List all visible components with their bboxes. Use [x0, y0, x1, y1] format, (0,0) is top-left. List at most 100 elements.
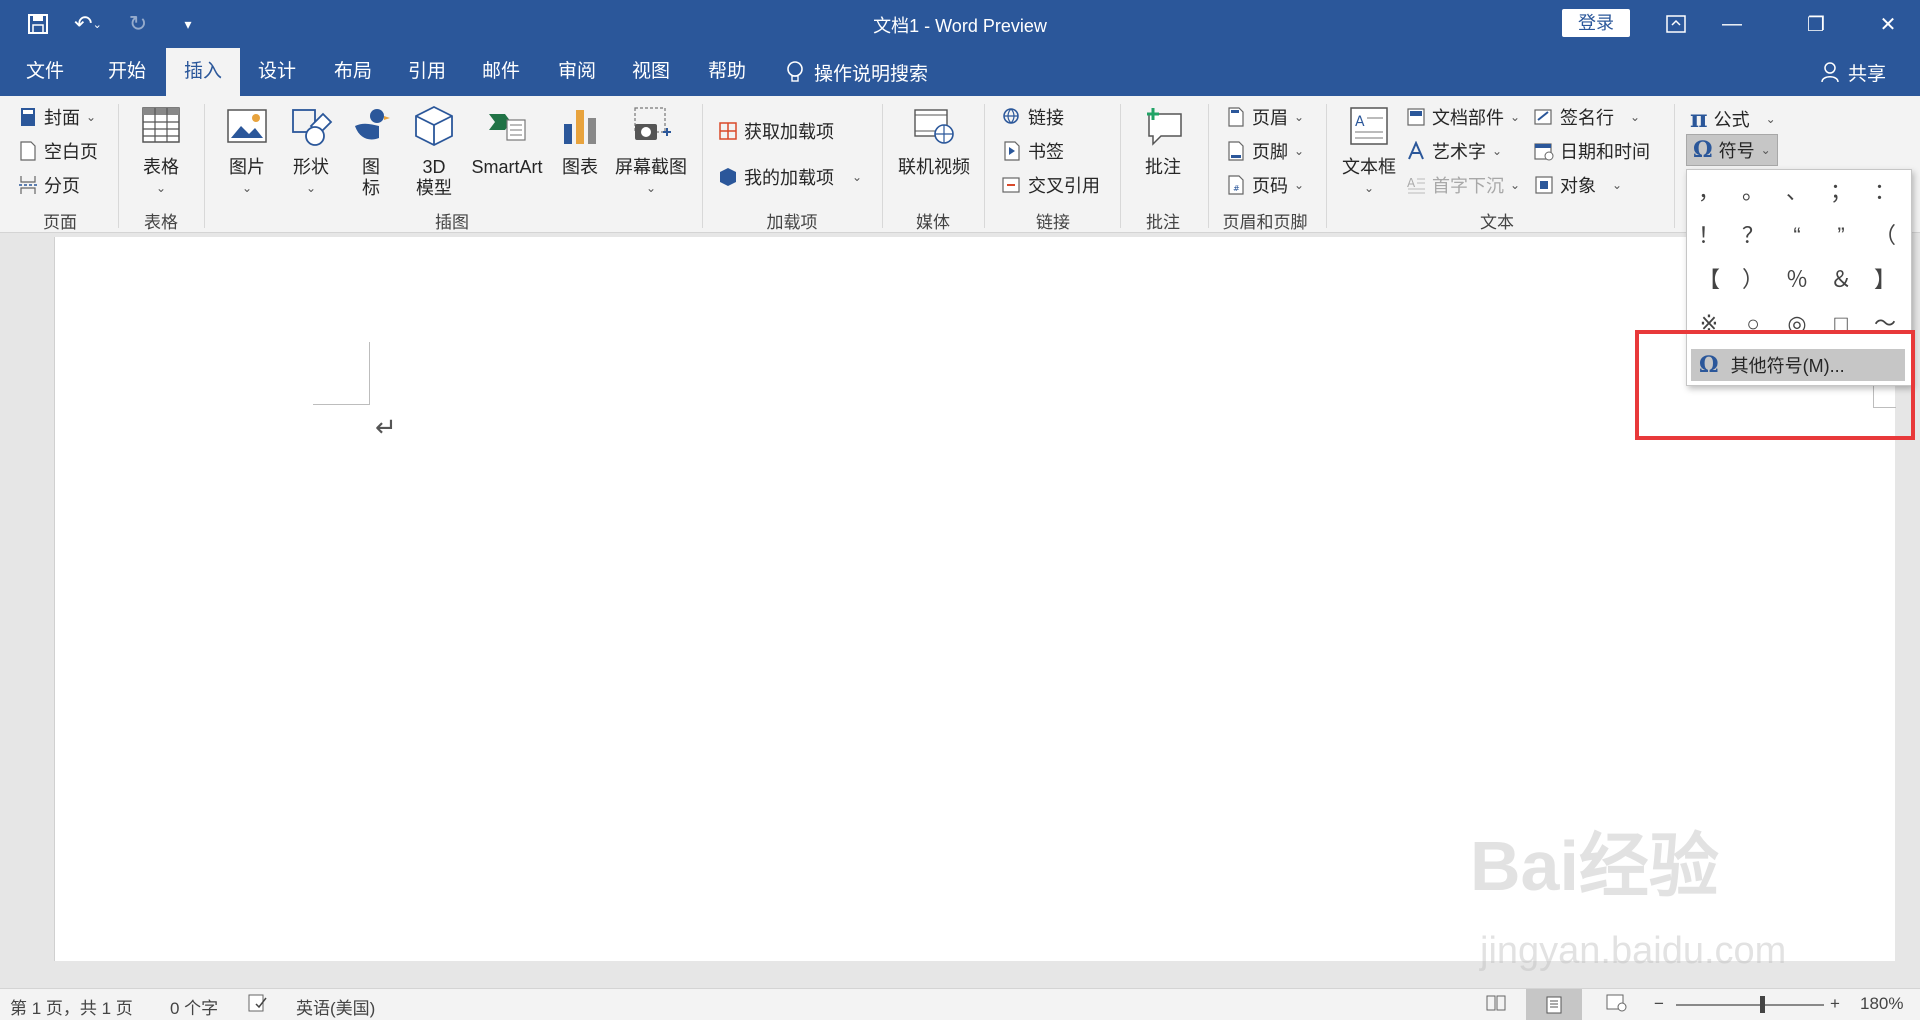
3d-models-button[interactable]: 3D 模型: [410, 104, 458, 199]
zoom-out-button[interactable]: −: [1654, 994, 1664, 1014]
chevron-down-icon: ⌄: [241, 181, 253, 195]
tab-file[interactable]: 文件: [8, 48, 82, 96]
tab-references[interactable]: 引用: [390, 48, 464, 96]
symbol-cell[interactable]: ；: [1821, 174, 1861, 210]
baidu-watermark-logo: Bai经验: [1470, 827, 1719, 905]
group-divider: [984, 104, 985, 228]
shapes-button[interactable]: 形状 ⌄: [284, 104, 338, 199]
table-button[interactable]: 表格 ⌄: [136, 104, 186, 199]
get-addins-button[interactable]: 获取加载项: [718, 118, 834, 144]
tab-insert[interactable]: 插入: [166, 48, 241, 96]
symbol-cell[interactable]: 【: [1689, 262, 1729, 298]
symbol-cell[interactable]: ，: [1689, 174, 1729, 210]
smartart-icon: [489, 114, 526, 141]
wordart-icon: [1408, 141, 1424, 160]
chevron-down-icon: ⌄: [1765, 111, 1776, 126]
drop-cap-button[interactable]: A 首字下沉 ⌄: [1406, 172, 1520, 198]
page-count-status[interactable]: 第 1 页，共 1 页: [10, 994, 133, 1019]
zoom-slider[interactable]: [1676, 1004, 1824, 1006]
pictures-button[interactable]: 图片 ⌄: [222, 104, 272, 199]
wordart-button[interactable]: 艺术字 ⌄: [1406, 138, 1502, 164]
symbol-cell[interactable]: 】: [1865, 262, 1905, 298]
read-mode-icon[interactable]: [1486, 994, 1506, 1017]
symbol-cell[interactable]: ）: [1733, 262, 1773, 298]
symbol-cell[interactable]: ”: [1821, 218, 1861, 254]
chevron-down-icon: ⌄: [155, 181, 167, 195]
footer-button[interactable]: 页脚 ⌄: [1226, 138, 1304, 164]
equation-button[interactable]: π 公式 ⌄: [1690, 104, 1776, 133]
tab-home[interactable]: 开始: [90, 48, 164, 96]
new-comment-button[interactable]: 批注: [1138, 104, 1188, 178]
cross-reference-label: 交叉引用: [1028, 176, 1100, 196]
page-number-button[interactable]: # 页码 ⌄: [1226, 172, 1304, 198]
tab-review[interactable]: 审阅: [540, 48, 614, 96]
symbol-cell[interactable]: 、: [1777, 174, 1817, 210]
cover-page-label: 封面: [44, 108, 80, 128]
signature-line-button[interactable]: 签名行 ⌄: [1534, 104, 1640, 130]
online-video-button[interactable]: 联机视频: [894, 104, 974, 178]
object-button[interactable]: 对象 ⌄: [1534, 172, 1622, 198]
minimize-icon[interactable]: —: [1704, 0, 1760, 48]
symbol-button[interactable]: Ω 符号 ⌄: [1686, 134, 1778, 166]
camera-icon: [634, 107, 671, 140]
tab-layout[interactable]: 布局: [316, 48, 390, 96]
proofing-icon[interactable]: [248, 994, 268, 1017]
page-break-button[interactable]: 分页: [18, 172, 80, 198]
symbol-cell[interactable]: ！: [1689, 218, 1729, 254]
my-addins-button[interactable]: 我的加载项 ⌄: [718, 164, 862, 190]
svg-text:#: #: [1233, 184, 1240, 193]
login-button[interactable]: 登录: [1562, 9, 1630, 37]
addins-group-label: 加载项: [766, 213, 818, 232]
link-label: 链接: [1028, 108, 1064, 128]
tab-design[interactable]: 设计: [240, 48, 314, 96]
chevron-down-icon: ⌄: [645, 181, 657, 195]
ribbon-display-options-icon[interactable]: [1648, 0, 1704, 48]
symbol-cell[interactable]: ＆: [1821, 262, 1861, 298]
restore-icon[interactable]: ❐: [1788, 0, 1844, 48]
group-divider: [1208, 104, 1209, 228]
page-number-icon: #: [1228, 175, 1244, 195]
tab-mailings[interactable]: 邮件: [464, 48, 538, 96]
tell-me-search[interactable]: 操作说明搜索: [786, 48, 928, 96]
baidu-watermark-url: jingyan.baidu.com: [1480, 930, 1787, 972]
symbol-cell[interactable]: “: [1777, 218, 1817, 254]
chevron-down-icon: ⌄: [1492, 144, 1503, 158]
smartart-button[interactable]: SmartArt: [466, 104, 548, 178]
language-status[interactable]: 英语(美国): [296, 994, 375, 1019]
word-count-status[interactable]: 0 个字: [170, 994, 218, 1019]
bookmark-button[interactable]: 书签: [1002, 138, 1064, 164]
symbol-cell[interactable]: （: [1865, 218, 1905, 254]
symbol-cell[interactable]: ？: [1733, 218, 1773, 254]
textbox-button[interactable]: A 文本框 ⌄: [1338, 104, 1400, 199]
group-divider: [882, 104, 883, 228]
link-button[interactable]: 链接: [1002, 104, 1064, 130]
drop-cap-icon: A: [1407, 176, 1425, 194]
icons-button[interactable]: 图 标: [348, 104, 394, 199]
3d-models-label-line1: 3D: [422, 157, 446, 177]
symbol-cell[interactable]: ％: [1777, 262, 1817, 298]
tab-view[interactable]: 视图: [614, 48, 688, 96]
date-time-button[interactable]: 日期和时间: [1534, 138, 1650, 164]
close-icon[interactable]: ✕: [1860, 0, 1916, 48]
chevron-down-icon: ⌄: [1612, 178, 1623, 192]
cover-page-button[interactable]: 封面 ⌄: [18, 104, 96, 130]
status-bar: 第 1 页，共 1 页 0 个字 英语(美国) − + 180%: [0, 988, 1920, 1020]
share-button[interactable]: 共享: [1820, 48, 1886, 96]
symbol-cell[interactable]: ：: [1865, 174, 1905, 210]
blank-page-button[interactable]: 空白页: [18, 138, 98, 164]
web-layout-icon[interactable]: [1606, 994, 1628, 1017]
print-layout-icon[interactable]: [1526, 989, 1582, 1020]
cross-reference-button[interactable]: 交叉引用: [1002, 172, 1100, 198]
tab-help[interactable]: 帮助: [690, 48, 764, 96]
symbol-cell[interactable]: 。: [1733, 174, 1773, 210]
screenshot-button[interactable]: 屏幕截图 ⌄: [612, 104, 690, 199]
shapes-label: 形状: [293, 157, 329, 177]
zoom-in-button[interactable]: +: [1830, 994, 1840, 1014]
quick-parts-button[interactable]: 文档部件 ⌄: [1406, 104, 1520, 130]
header-footer-group-label: 页眉和页脚: [1222, 213, 1308, 232]
zoom-slider-thumb[interactable]: [1760, 996, 1765, 1013]
chart-button[interactable]: 图表: [556, 104, 604, 178]
zoom-level[interactable]: 180%: [1860, 994, 1903, 1014]
header-button[interactable]: 页眉 ⌄: [1226, 104, 1304, 130]
icons-label-line1: 图: [362, 157, 380, 177]
